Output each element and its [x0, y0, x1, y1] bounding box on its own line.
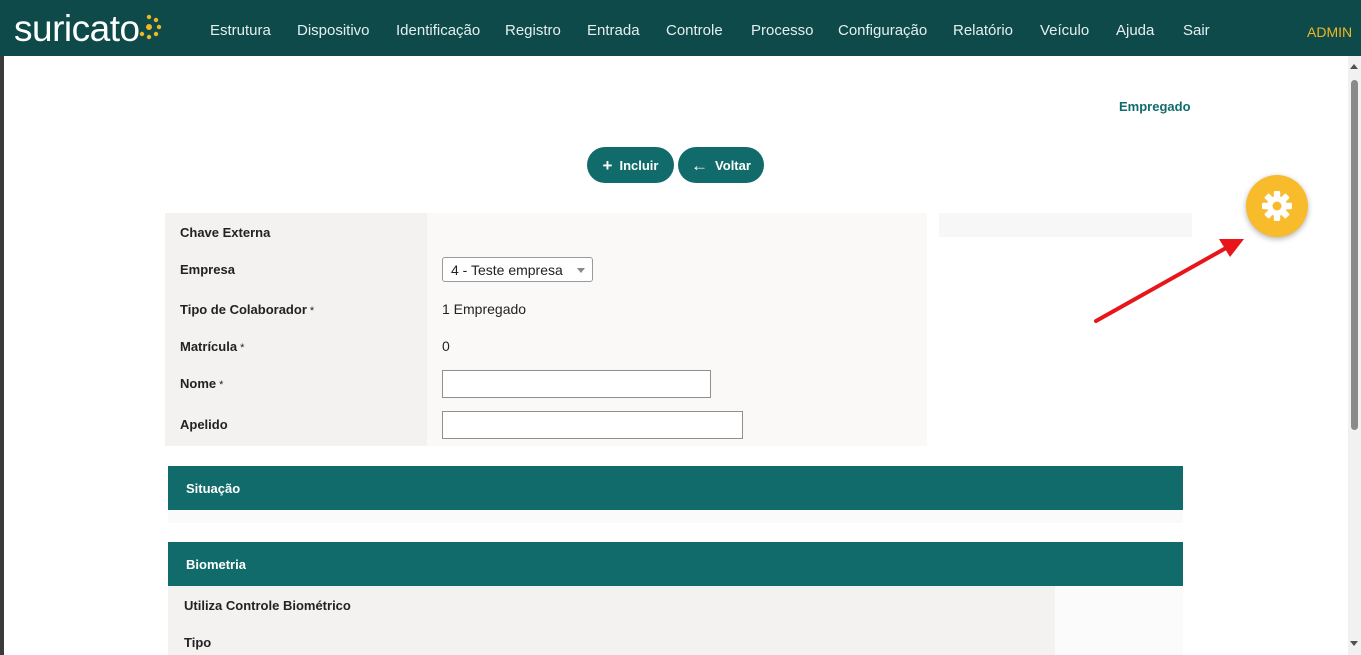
nav-dispositivo[interactable]: Dispositivo [297, 21, 370, 41]
nav-entrada[interactable]: Entrada [587, 21, 640, 41]
scroll-up-icon[interactable] [1350, 64, 1358, 69]
nav-sair[interactable]: Sair [1183, 21, 1210, 41]
top-navbar: suricato Estrutura Dispositivo Identific… [0, 0, 1361, 56]
nav-relatorio[interactable]: Relatório [953, 21, 1013, 41]
scrollbar-thumb[interactable] [1351, 80, 1358, 430]
user-menu-admin[interactable]: ADMIN [1307, 22, 1352, 42]
nav-estrutura[interactable]: Estrutura [210, 21, 271, 41]
annotation-arrow-icon [1094, 239, 1244, 323]
scroll-down-icon[interactable] [1350, 641, 1358, 646]
nav-veiculo[interactable]: Veículo [1040, 21, 1089, 41]
main-content: Empregado + Incluir ← Voltar Chave Exter… [4, 56, 1348, 655]
nav-registro[interactable]: Registro [505, 21, 561, 41]
nav-ajuda[interactable]: Ajuda [1116, 21, 1154, 41]
nav-configuracao[interactable]: Configuração [838, 21, 927, 41]
nav-processo[interactable]: Processo [751, 21, 814, 41]
logo-text: suricato [14, 7, 140, 49]
nav-controle[interactable]: Controle [666, 21, 723, 41]
suricato-logo[interactable]: suricato [14, 6, 164, 50]
nav-identificacao[interactable]: Identificação [396, 21, 480, 41]
logo-dots-icon [139, 14, 161, 40]
vertical-scrollbar[interactable] [1348, 56, 1361, 655]
